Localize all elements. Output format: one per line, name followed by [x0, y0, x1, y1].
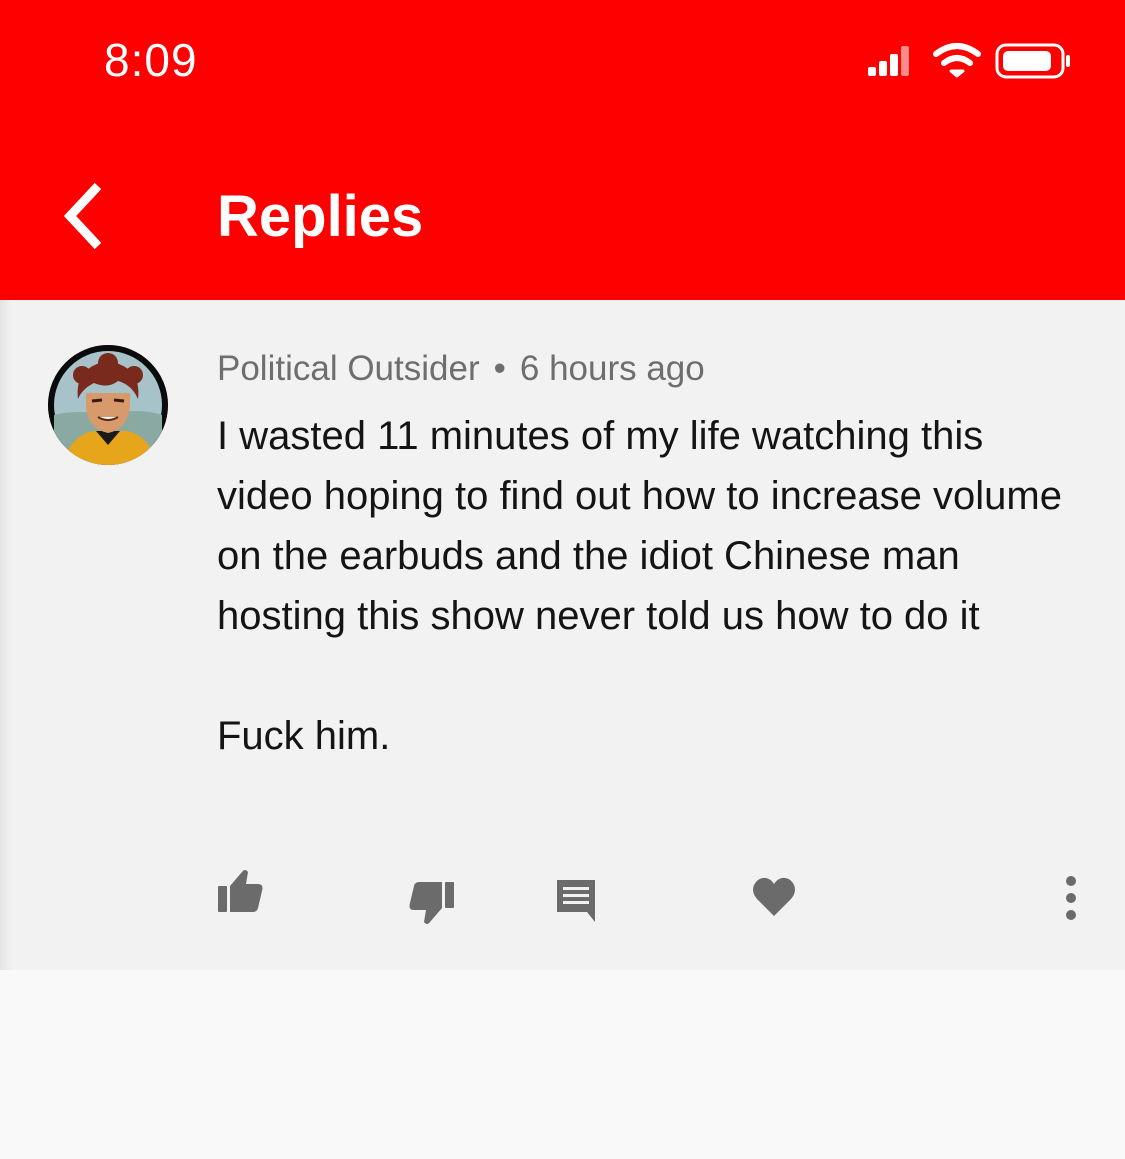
avatar[interactable]	[48, 345, 168, 465]
comment-author[interactable]: Political Outsider	[217, 349, 480, 388]
more-options-button[interactable]	[1060, 874, 1082, 922]
replies-list-empty-area	[0, 970, 1125, 1159]
chevron-left-icon	[63, 182, 102, 250]
status-icons	[868, 43, 1070, 79]
comment-timestamp: 6 hours ago	[519, 349, 705, 388]
app-header: 8:09 Replies	[0, 0, 1125, 300]
comment-paragraph: Fuck him.	[217, 714, 391, 758]
page-title: Replies	[217, 184, 424, 249]
comment-paragraph: I wasted 11 minutes of my life watching …	[217, 414, 1062, 638]
status-time: 8:09	[104, 34, 198, 86]
back-button[interactable]	[52, 176, 122, 256]
heart-button[interactable]	[751, 876, 797, 918]
signal-icon	[868, 46, 909, 76]
battery-icon	[995, 43, 1070, 79]
like-button[interactable]	[214, 866, 266, 916]
thumbs-up-icon	[218, 870, 263, 912]
dislike-button[interactable]	[406, 878, 458, 928]
comment-card: Political Outsider • 6 hours ago I wasted …	[0, 300, 1125, 970]
heart-icon	[753, 877, 795, 916]
more-vertical-icon	[1066, 876, 1076, 920]
reply-button[interactable]	[554, 876, 598, 922]
meta-separator: •	[493, 349, 506, 388]
reply-icon	[557, 880, 595, 922]
comment-meta: Political Outsider • 6 hours ago	[217, 348, 705, 390]
comment-text: I wasted 11 minutes of my life watching …	[217, 406, 1077, 766]
thumbs-down-icon	[409, 882, 454, 924]
replies-screen: 8:09 Replies Political Outsider • 6 hour…	[0, 0, 1125, 1159]
wifi-icon	[933, 43, 981, 78]
